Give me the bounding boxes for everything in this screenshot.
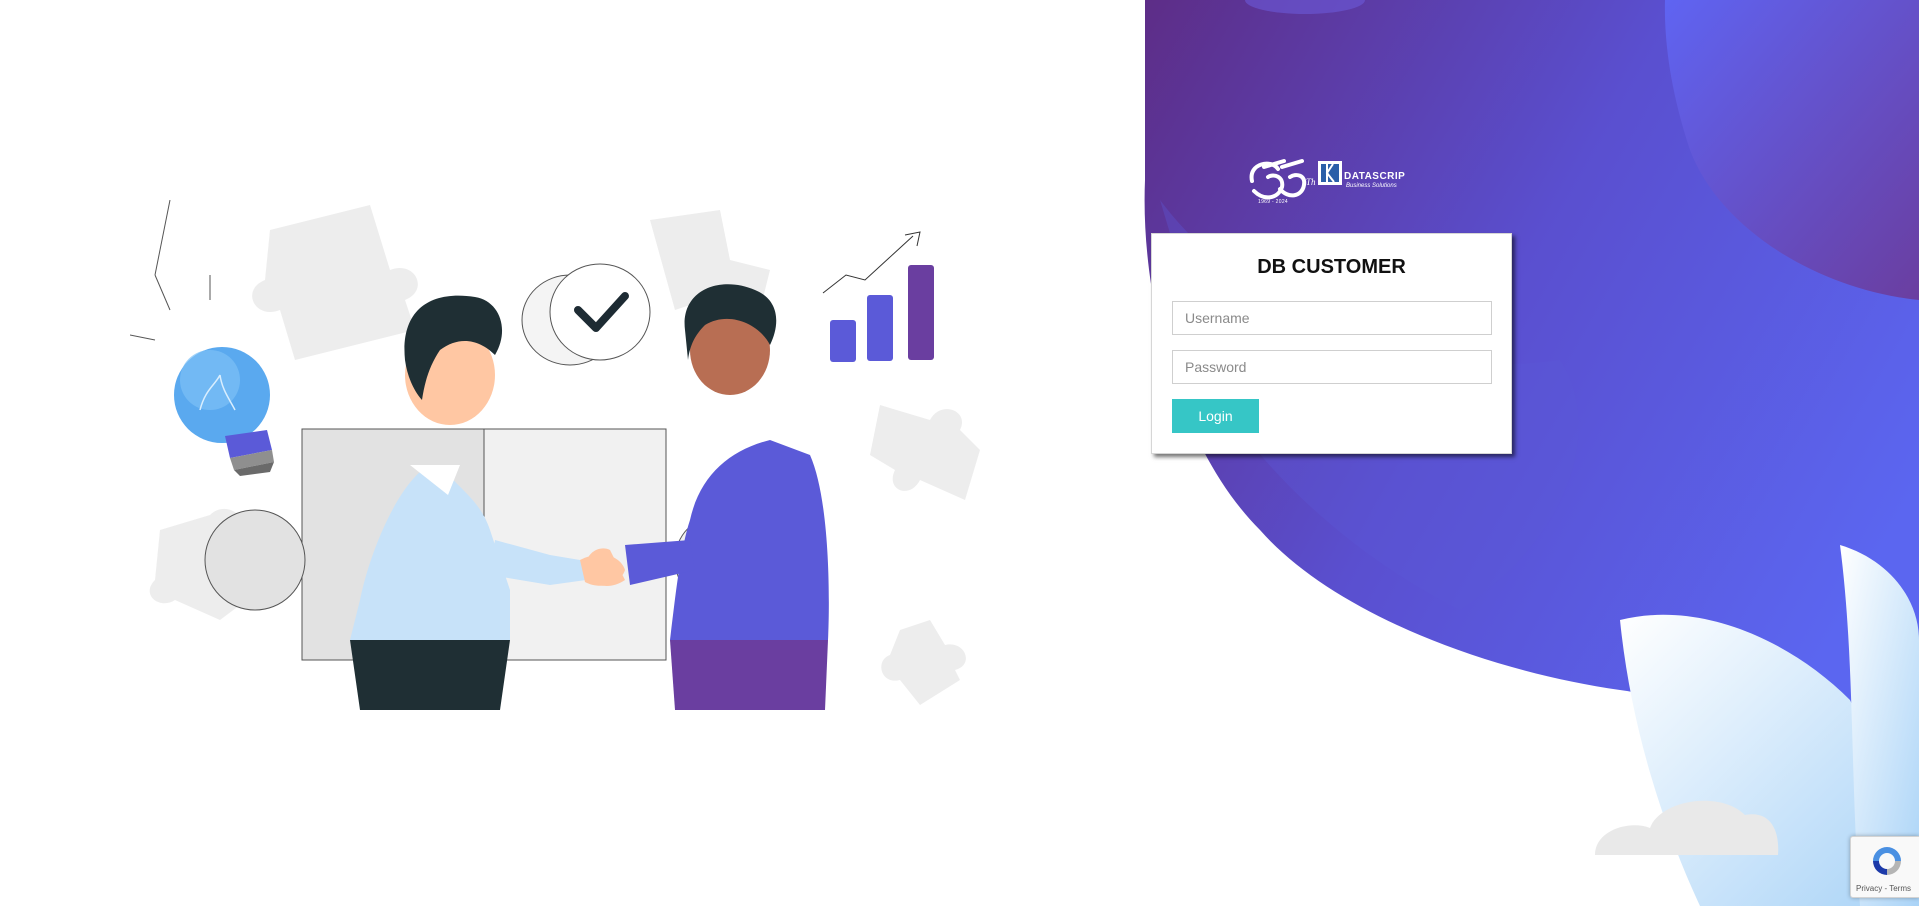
recaptcha-links: Privacy - Terms	[1856, 884, 1911, 893]
logo-tagline: Business Solutions	[1346, 183, 1397, 189]
login-button[interactable]: Login	[1172, 399, 1259, 433]
password-input[interactable]	[1172, 350, 1492, 384]
recaptcha-icon	[1873, 847, 1901, 875]
svg-text:Th: Th	[1306, 177, 1316, 187]
growth-chart-icon	[822, 231, 934, 362]
terms-link[interactable]: Terms	[1889, 884, 1911, 893]
login-card: DB CUSTOMER Login	[1151, 233, 1512, 454]
speech-bubble-check-icon	[521, 263, 651, 366]
recaptcha-badge[interactable]: Privacy - Terms	[1850, 836, 1919, 898]
privacy-link[interactable]: Privacy	[1856, 884, 1882, 893]
handshake-illustration	[130, 200, 980, 710]
logo-years: 1969 - 2024	[1258, 199, 1288, 205]
login-title: DB CUSTOMER	[1257, 256, 1406, 278]
logo-company-name: DATASCRIP	[1344, 171, 1406, 182]
company-logo: Th 1969 - 2024 DATASCRIP Business Soluti…	[1244, 153, 1424, 209]
username-input[interactable]	[1172, 301, 1492, 335]
lightbulb-icon	[130, 200, 274, 476]
